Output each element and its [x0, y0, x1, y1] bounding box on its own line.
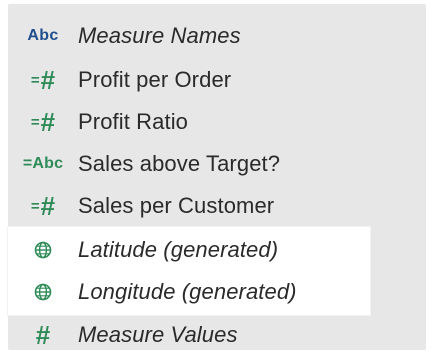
- field-label: Profit per Order: [78, 67, 232, 92]
- calculated-measure-icon: = #: [30, 107, 56, 137]
- field-label: Longitude (generated): [78, 279, 297, 304]
- field-latitude-generated[interactable]: Latitude (generated): [8, 229, 426, 271]
- field-longitude-generated[interactable]: Longitude (generated): [8, 271, 426, 313]
- abc-dimension-icon: Abc: [27, 27, 59, 44]
- field-label: Measure Values: [78, 322, 238, 347]
- field-sales-per-customer[interactable]: = # Sales per Customer: [8, 185, 426, 227]
- field-measure-names[interactable]: Abc Measure Names: [8, 15, 426, 57]
- calculated-abc-icon: =Abc: [22, 155, 64, 172]
- calculated-measure-icon: = #: [30, 65, 56, 95]
- globe-icon: [8, 229, 78, 271]
- measures-field-list: Abc Measure Names = # Profit per Order = #…: [8, 4, 426, 350]
- field-label: Sales above Target?: [78, 151, 281, 176]
- field-profit-per-order[interactable]: = # Profit per Order: [8, 59, 426, 101]
- field-label: Measure Names: [78, 23, 241, 48]
- field-label: Profit Ratio: [78, 109, 189, 134]
- globe-icon: [8, 271, 78, 313]
- field-profit-ratio[interactable]: = # Profit Ratio: [8, 101, 426, 143]
- field-sales-above-target[interactable]: =Abc Sales above Target?: [8, 143, 426, 185]
- data-pane-screenshot: Abc Measure Names = # Profit per Order = #…: [0, 0, 433, 350]
- calculated-measure-icon: = #: [30, 191, 56, 221]
- field-label: Latitude (generated): [78, 237, 279, 262]
- field-label: Sales per Customer: [78, 193, 275, 218]
